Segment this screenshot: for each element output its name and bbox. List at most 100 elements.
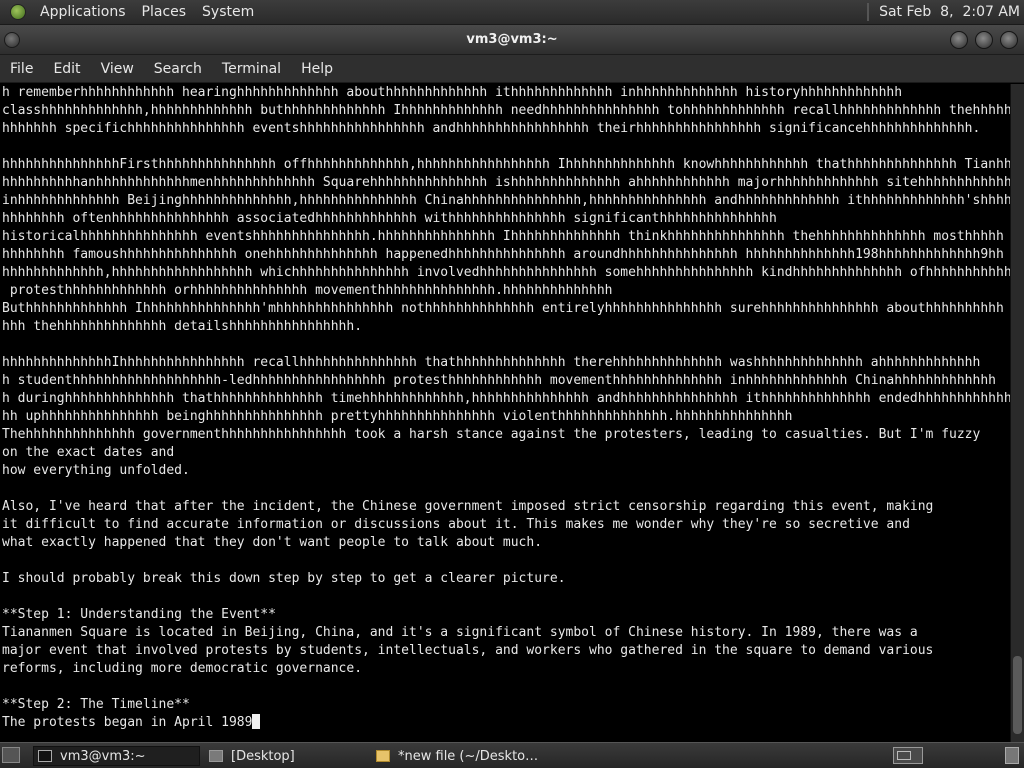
terminal-line: Also, I've heard that after the incident…: [2, 498, 1010, 516]
terminal-line-text: classhhhhhhhhhhhhh,hhhhhhhhhhhhh buthhhh…: [2, 103, 1010, 118]
terminal-line: how everything unfolded.: [2, 462, 1010, 480]
terminal-line: h studenthhhhhhhhhhhhhhhhhhh-ledhhhhhhhh…: [2, 372, 1010, 390]
terminal-line: Thehhhhhhhhhhhhhh governmenthhhhhhhhhhhh…: [2, 426, 1010, 444]
terminal-line: hhhhhhhhhhanhhhhhhhhhhhhmenhhhhhhhhhhhhh…: [2, 174, 1010, 192]
taskbar-item-editor[interactable]: *new file (~/Deskto…: [372, 746, 537, 766]
terminal-line-text: **Step 1: Understanding the Event**: [2, 607, 276, 622]
terminal-line: Buthhhhhhhhhhhhh Ihhhhhhhhhhhhhhh'mhhhhh…: [2, 300, 1010, 318]
menu-edit[interactable]: Edit: [43, 61, 90, 77]
terminal-line: I should probably break this down step b…: [2, 570, 1010, 588]
show-desktop-icon[interactable]: [2, 747, 20, 763]
terminal-line-text: hhhhhhhhhhhhh,hhhhhhhhhhhhhhhhhh whichhh…: [2, 265, 1010, 280]
terminal-line-text: how everything unfolded.: [2, 463, 190, 478]
terminal-line: on the exact dates and: [2, 444, 1010, 462]
workspace-switcher[interactable]: [893, 747, 923, 764]
taskbar-item-label: vm3@vm3:~: [60, 748, 146, 764]
terminal-line: it difficult to find accurate informatio…: [2, 516, 1010, 534]
terminal-line: protesthhhhhhhhhhhhh orhhhhhhhhhhhhhhh m…: [2, 282, 1010, 300]
terminal-line-text: on the exact dates and: [2, 445, 175, 460]
maximize-button[interactable]: [975, 31, 993, 49]
panel-right: Sat Feb 8, 2:07 AM: [867, 0, 1024, 24]
window-title: vm3@vm3:~: [466, 32, 558, 47]
terminal-line: hhhhhhhh famoushhhhhhhhhhhhhhh onehhhhhh…: [2, 246, 1010, 264]
terminal-line-text: Buthhhhhhhhhhhhh Ihhhhhhhhhhhhhhh'mhhhhh…: [2, 301, 1004, 316]
terminal-output[interactable]: h rememberhhhhhhhhhhhh hearinghhhhhhhhhh…: [0, 84, 1010, 742]
terminal-line-text: Tiananmen Square is located in Beijing, …: [2, 625, 918, 640]
taskbar-item-label: [Desktop]: [231, 748, 295, 764]
terminal-line: major event that involved protests by st…: [2, 642, 1010, 660]
terminal-line: hh uphhhhhhhhhhhhhhh beinghhhhhhhhhhhhhh…: [2, 408, 1010, 426]
terminal-line-text: Thehhhhhhhhhhhhhh governmenthhhhhhhhhhhh…: [2, 427, 981, 442]
terminal-line-text: The protests began in April 1989: [2, 715, 253, 730]
terminal-line-text: reforms, including more democratic gover…: [2, 661, 363, 676]
panel-separator: [867, 3, 870, 21]
terminal-line: h duringhhhhhhhhhhhhhh thathhhhhhhhhhhhh…: [2, 390, 1010, 408]
text-cursor: [252, 714, 261, 729]
terminal-line: hhhhhhhhhhhhh,hhhhhhhhhhhhhhhhhh whichhh…: [2, 264, 1010, 282]
bottom-panel: vm3@vm3:~ [Desktop] *new file (~/Deskto…: [0, 742, 1024, 768]
terminal-line: h rememberhhhhhhhhhhhh hearinghhhhhhhhhh…: [2, 84, 1010, 102]
trash-icon[interactable]: [1005, 747, 1019, 764]
terminal-line-text: major event that involved protests by st…: [2, 643, 934, 658]
menu-help[interactable]: Help: [291, 61, 343, 77]
terminal-line: historicalhhhhhhhhhhhhhhh eventshhhhhhhh…: [2, 228, 1010, 246]
top-panel: Applications Places System Sat Feb 8, 2:…: [0, 0, 1024, 25]
terminal-line-text: I should probably break this down step b…: [2, 571, 566, 586]
distro-logo-icon[interactable]: [10, 4, 26, 20]
text-editor-icon: [376, 750, 390, 762]
folder-icon: [209, 750, 223, 762]
window-titlebar[interactable]: vm3@vm3:~: [0, 25, 1024, 55]
taskbar-item-desktop[interactable]: [Desktop]: [205, 746, 365, 766]
taskbar-item-label: *new file (~/Deskto…: [398, 748, 537, 764]
terminal-line: hhhhhhh specifichhhhhhhhhhhhhhh eventshh…: [2, 120, 1010, 138]
terminal-scrollbar[interactable]: [1010, 84, 1024, 742]
terminal-line: reforms, including more democratic gover…: [2, 660, 1010, 678]
workspace-window-preview: [897, 751, 911, 760]
terminal-line: hhhhhhhhhhhhhhIhhhhhhhhhhhhhhhh recallhh…: [2, 354, 1010, 372]
terminal-line: hhh thehhhhhhhhhhhhhh detailshhhhhhhhhhh…: [2, 318, 1010, 336]
clock[interactable]: Sat Feb 8, 2:07 AM: [879, 4, 1020, 20]
menu-search[interactable]: Search: [144, 61, 212, 77]
terminal-line: Tiananmen Square is located in Beijing, …: [2, 624, 1010, 642]
terminal-line: what exactly happened that they don't wa…: [2, 534, 1010, 552]
terminal-line-text: h studenthhhhhhhhhhhhhhhhhhh-ledhhhhhhhh…: [2, 373, 996, 388]
terminal-line-text: hhhhhhhh famoushhhhhhhhhhhhhhh onehhhhhh…: [2, 247, 1004, 262]
terminal-line: The protests began in April 1989: [2, 714, 1010, 732]
terminal-line: hhhhhhhh oftenhhhhhhhhhhhhhhh associated…: [2, 210, 1010, 228]
terminal-line-text: **Step 2: The Timeline**: [2, 697, 190, 712]
taskbar-item-terminal[interactable]: vm3@vm3:~: [33, 746, 200, 766]
menu-file[interactable]: File: [0, 61, 43, 77]
terminal-line-text: inhhhhhhhhhhhhh Beijinghhhhhhhhhhhhhh,hh…: [2, 193, 1010, 208]
terminal-line-text: hhhhhhhhhhhhhhhFirsthhhhhhhhhhhhhhh offh…: [2, 157, 1010, 172]
applications-menu[interactable]: Applications: [32, 4, 134, 20]
terminal-line-text: h rememberhhhhhhhhhhhh hearinghhhhhhhhhh…: [2, 85, 903, 100]
terminal-line-text: hhh thehhhhhhhhhhhhhh detailshhhhhhhhhhh…: [2, 319, 363, 334]
terminal-menubar: File Edit View Search Terminal Help: [0, 55, 1024, 83]
places-menu[interactable]: Places: [134, 4, 195, 20]
terminal-line: hhhhhhhhhhhhhhhFirsthhhhhhhhhhhhhhh offh…: [2, 156, 1010, 174]
terminal-line-text: hhhhhhhhhhhhhhIhhhhhhhhhhhhhhhh recallhh…: [2, 355, 981, 370]
terminal-line-text: hhhhhhhhhhanhhhhhhhhhhhhmenhhhhhhhhhhhhh…: [2, 175, 1010, 190]
minimize-button[interactable]: [950, 31, 968, 49]
system-menu[interactable]: System: [194, 4, 262, 20]
terminal-line: **Step 1: Understanding the Event**: [2, 606, 1010, 624]
terminal-line-text: hhhhhhhh oftenhhhhhhhhhhhhhhh associated…: [2, 211, 777, 226]
terminal-line-text: it difficult to find accurate informatio…: [2, 517, 910, 532]
scrollbar-thumb[interactable]: [1013, 656, 1022, 734]
terminal-icon: [38, 750, 52, 762]
terminal-line-text: Also, I've heard that after the incident…: [2, 499, 934, 514]
terminal-line-text: protesthhhhhhhhhhhhh orhhhhhhhhhhhhhhh m…: [2, 283, 613, 298]
terminal-line-text: what exactly happened that they don't wa…: [2, 535, 543, 550]
terminal-line-text: historicalhhhhhhhhhhhhhhh eventshhhhhhhh…: [2, 229, 1004, 244]
close-button[interactable]: [1000, 31, 1018, 49]
menu-terminal[interactable]: Terminal: [212, 61, 291, 77]
terminal-line-text: hhhhhhh specifichhhhhhhhhhhhhhh eventshh…: [2, 121, 981, 136]
menu-view[interactable]: View: [91, 61, 144, 77]
panel-menus: Applications Places System: [0, 0, 262, 24]
